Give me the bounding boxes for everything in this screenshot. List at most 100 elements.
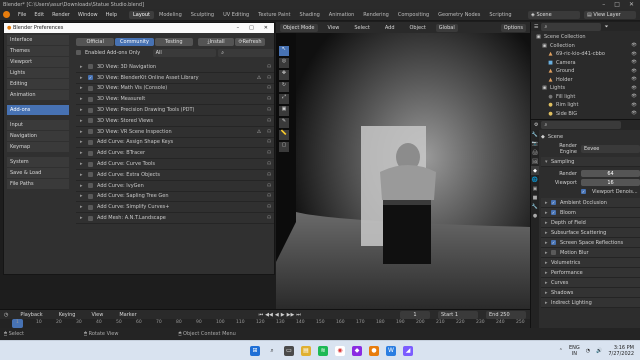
addon-checkbox[interactable] [88, 215, 93, 221]
view-layer-tab-icon[interactable]: 🖼 [531, 157, 539, 166]
tray-chevron-icon[interactable]: ⌃ [559, 348, 563, 354]
language-indicator[interactable]: ENG [569, 345, 580, 351]
outliner-row[interactable]: ▣ Collection 👁 [531, 42, 640, 51]
pref-maximize-icon[interactable]: □ [249, 25, 254, 31]
sidebar-item-navigation[interactable]: Navigation [7, 131, 69, 141]
modifier-tab-icon[interactable]: 🔧 [531, 202, 539, 211]
timeline-menu-playback[interactable]: Playback [16, 312, 46, 318]
3d-viewport[interactable]: Object Mode View Select Add Object Global O… [276, 22, 530, 309]
addon-checkbox[interactable] [88, 64, 93, 70]
addon-checkbox[interactable] [88, 193, 93, 199]
object-tab-icon[interactable]: ■ [531, 193, 539, 202]
start-icon[interactable]: ⊞ [250, 345, 260, 356]
sidebar-item-viewport[interactable]: Viewport [7, 57, 69, 67]
visibility-icon[interactable]: 👁 [631, 94, 637, 99]
tab-scripting[interactable]: Scripting [485, 11, 515, 19]
app2-icon[interactable]: ◢ [403, 345, 413, 356]
tab-texture-paint[interactable]: Texture Paint [254, 11, 294, 19]
prev-key-icon[interactable]: ◀◀ [265, 312, 273, 318]
material-tab-icon[interactable]: ● [531, 211, 539, 220]
menu-file[interactable]: File [14, 12, 30, 18]
tab-testing[interactable]: Testing [154, 37, 193, 46]
sidebar-item-animation[interactable]: Animation [7, 90, 69, 100]
tab-animation[interactable]: Animation [325, 11, 359, 19]
panel-depth-of-field[interactable]: ▸ Depth of Field [541, 218, 640, 228]
sidebar-item-themes[interactable]: Themes [7, 46, 69, 56]
addon-row[interactable]: ▸ 3D View: Stored Views ⚇ [76, 116, 274, 127]
outliner-row[interactable]: ● Fill light 👁 [531, 93, 640, 102]
sidebar-item-save-load[interactable]: Save & Load [7, 168, 69, 178]
menu-help[interactable]: Help [102, 12, 121, 18]
timeline-menu-view[interactable]: View [87, 312, 107, 318]
outliner-row[interactable]: ▲ 69-ric-kio-d41-cbbo 👁 [531, 50, 640, 59]
addon-checkbox[interactable] [88, 107, 93, 113]
expand-arrow-icon[interactable]: ▸ [80, 75, 88, 81]
volume-icon[interactable]: 🔊 [596, 348, 602, 354]
file-explorer-icon[interactable]: ▤ [301, 345, 311, 356]
properties-search[interactable]: ⌕ [541, 121, 622, 129]
addon-checkbox[interactable] [88, 172, 93, 178]
panel-checkbox[interactable]: ✓ [551, 240, 556, 245]
addon-row[interactable]: ▸ 3D View: Math Vis (Console) ⚇ [76, 84, 274, 95]
addon-checkbox[interactable] [88, 161, 93, 167]
panel-bloom[interactable]: ▸ ✓ Bloom [541, 208, 640, 218]
collection-tab-icon[interactable]: ▣ [531, 184, 539, 193]
addon-row[interactable]: ▸ 3D View: Precision Drawing Tools (PDT) ⚇ [76, 105, 274, 116]
visibility-icon[interactable]: 👁 [631, 86, 637, 91]
outliner-search[interactable]: ⌕ [541, 22, 602, 31]
move-tool-icon[interactable]: ✥ [279, 70, 289, 80]
tab-uv-editing[interactable]: UV Editing [219, 11, 253, 19]
expand-arrow-icon[interactable]: ▸ [80, 161, 88, 167]
viewport-menu-view[interactable]: View [324, 25, 344, 31]
transform-orientation[interactable]: Global [435, 23, 458, 32]
timeline-editor-icon[interactable]: ◷ [4, 312, 8, 318]
mode-selector[interactable]: Object Mode [280, 23, 318, 32]
expand-arrow-icon[interactable]: ▸ [80, 85, 88, 91]
menu-render[interactable]: Render [48, 12, 74, 18]
measure-tool-icon[interactable]: 📏 [279, 130, 289, 140]
visibility-icon[interactable]: 👁 [631, 69, 637, 74]
panel-sampling[interactable]: ▾ Sampling [541, 157, 640, 167]
expand-arrow-icon[interactable]: ▸ [80, 96, 88, 102]
select-tool-icon[interactable]: ↖ [279, 46, 289, 56]
addon-row[interactable]: ▸ ✓ 3D View: BlenderKit Online Asset Libra… [76, 73, 274, 84]
viewport-menu-add[interactable]: Add [381, 25, 399, 31]
sidebar-item-input[interactable]: Input [7, 120, 69, 130]
end-frame-field[interactable]: End 250 [486, 310, 526, 319]
wifi-icon[interactable]: ◔ [586, 348, 590, 354]
addon-row[interactable]: ▸ Add Curve: Sapling Tree Gen ⚇ [76, 192, 274, 203]
visibility-icon[interactable]: 👁 [631, 103, 637, 108]
render-engine-dropdown[interactable]: Eevee [581, 145, 640, 153]
outliner-editor-icon[interactable]: ☰ [534, 24, 538, 30]
panel-performance[interactable]: ▸ Performance [541, 268, 640, 278]
clock-date[interactable]: 7/27/2022 [608, 351, 634, 357]
viewport-menu-object[interactable]: Object [406, 25, 430, 31]
visibility-icon[interactable]: 👁 [631, 43, 637, 48]
addon-row[interactable]: ▸ Add Curve: Simplify Curves+ ⚇ [76, 202, 274, 214]
output-tab-icon[interactable]: 🖨 [531, 148, 539, 157]
panel-shadows[interactable]: ▸ Shadows [541, 288, 640, 298]
scene-selector[interactable]: ◈ Scene [528, 10, 580, 19]
search-icon[interactable]: ⌕ [267, 346, 277, 356]
outliner-row[interactable]: ■ Camera 👁 [531, 59, 640, 68]
expand-arrow-icon[interactable]: ▸ [80, 193, 88, 199]
render-tab-icon[interactable]: 📷 [531, 139, 539, 148]
minimize-icon[interactable]: – [602, 1, 605, 8]
addon-checkbox[interactable] [88, 150, 93, 156]
addon-checkbox[interactable] [88, 129, 93, 135]
addon-row[interactable]: ▸ Add Curve: Assign Shape Keys ⚇ [76, 138, 274, 149]
expand-arrow-icon[interactable]: ▸ [80, 215, 88, 221]
sidebar-item-file-paths[interactable]: File Paths [7, 179, 69, 189]
add-cube-tool-icon[interactable]: ▢ [279, 142, 289, 152]
outliner-row[interactable]: ● Rim light 👁 [531, 101, 640, 110]
cursor-tool-icon[interactable]: ◎ [279, 58, 289, 68]
visibility-icon[interactable]: 👁 [631, 52, 637, 57]
blender-taskbar-icon[interactable]: ● [369, 345, 379, 356]
maximize-icon[interactable]: □ [614, 1, 620, 8]
addon-checkbox[interactable] [88, 118, 93, 124]
menu-edit[interactable]: Edit [30, 12, 48, 18]
word-icon[interactable]: W [386, 345, 396, 356]
task-view-icon[interactable]: ▭ [284, 345, 294, 356]
current-frame-field[interactable]: 1 [400, 310, 430, 319]
sidebar-item-system[interactable]: System [7, 157, 69, 167]
